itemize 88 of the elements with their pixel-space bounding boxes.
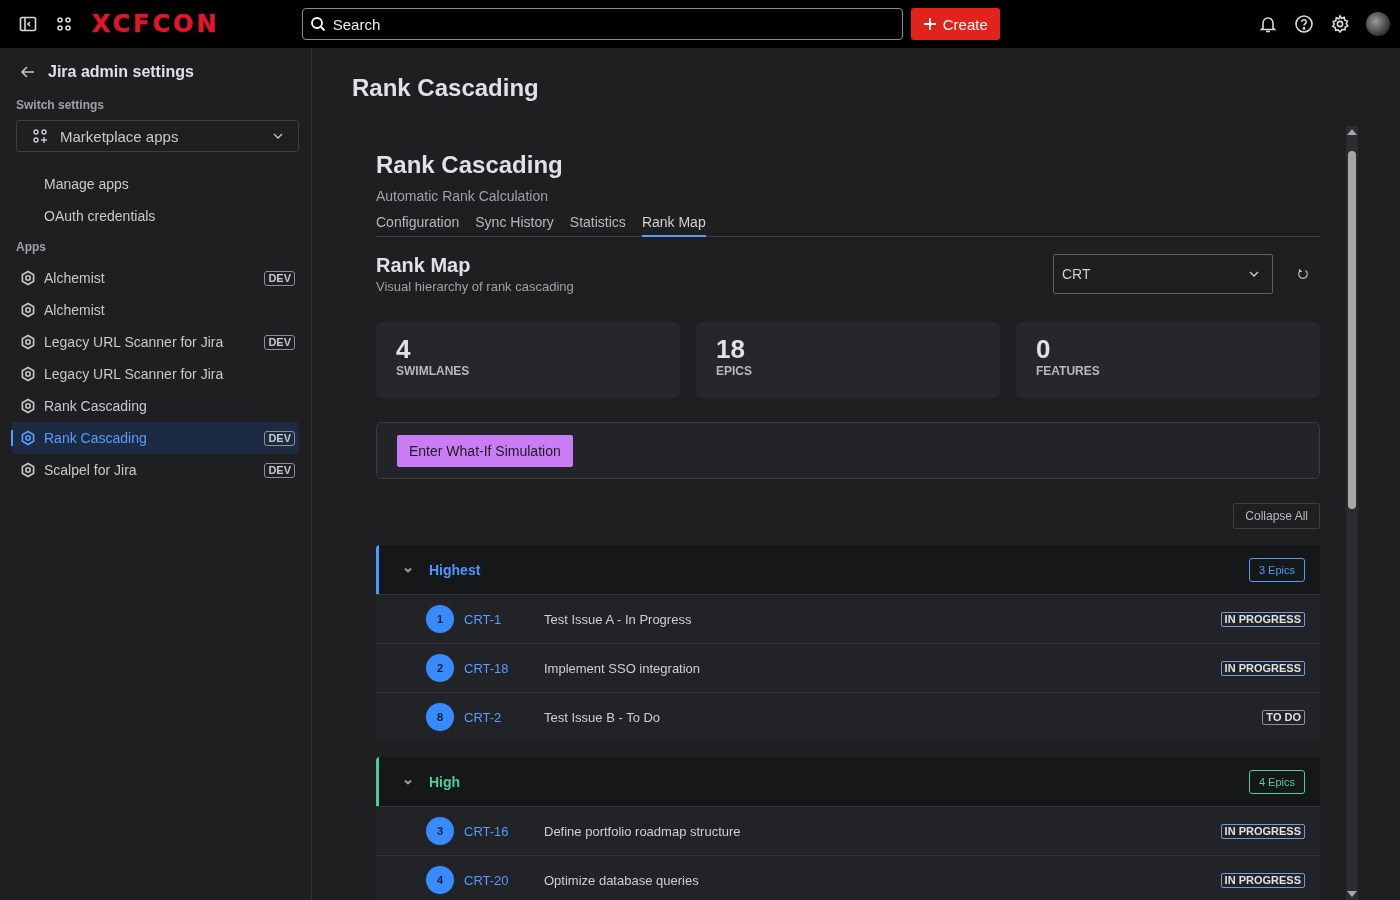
create-button[interactable]: Create: [910, 8, 1000, 40]
epic-count: 4 Epics: [1248, 769, 1305, 794]
collapse-all-button[interactable]: Collapse All: [1233, 503, 1320, 529]
stat-value: 0: [1036, 334, 1052, 364]
avatar[interactable]: [1366, 12, 1390, 36]
issue-key[interactable]: CRT-16: [464, 823, 544, 839]
notification-icon[interactable]: [1258, 14, 1278, 34]
issue-key[interactable]: CRT-1: [464, 611, 544, 627]
stat-label: FEATURES: [1036, 364, 1101, 378]
simulation-button[interactable]: Enter What-If Simulation: [397, 435, 573, 467]
swimlane-header[interactable]: Highest 3 Epics: [376, 545, 1320, 594]
search-field[interactable]: Search: [301, 8, 903, 40]
plus-icon: [922, 17, 937, 31]
rank-badge: 8: [426, 703, 454, 731]
section-subtitle: Visual hierarchy of rank cascading: [376, 279, 575, 294]
status-lozenge: TO DO: [1262, 709, 1305, 725]
issue-key[interactable]: CRT-20: [464, 872, 544, 888]
status-lozenge: IN PROGRESS: [1220, 823, 1305, 839]
app-icon: [20, 334, 36, 350]
logo[interactable]: XCFCON: [92, 12, 220, 36]
app-title: Rank Cascading: [376, 150, 564, 180]
sidebar-item[interactable]: Legacy URL Scanner for Jira DEV: [12, 326, 299, 358]
section-title: Rank Map: [376, 253, 472, 277]
settings-icon[interactable]: [1330, 14, 1350, 34]
app-icon: [20, 270, 36, 286]
app-icon: [20, 462, 36, 478]
sidebar-item[interactable]: Alchemist DEV: [12, 262, 299, 294]
section-label: Apps: [15, 240, 47, 254]
status-lozenge: IN PROGRESS: [1220, 611, 1305, 627]
issue-summary: Test Issue A - In Progress: [544, 611, 693, 627]
rank-badge: 4: [426, 866, 454, 894]
status-lozenge: IN PROGRESS: [1220, 660, 1305, 676]
section-label: Switch settings: [15, 98, 105, 112]
issue-summary: Define portfolio roadmap structure: [544, 823, 742, 839]
app-switcher-icon[interactable]: [54, 14, 74, 34]
app-subtitle: Automatic Rank Calculation: [376, 188, 549, 204]
tab[interactable]: Statistics: [569, 210, 626, 237]
dev-badge: DEV: [264, 430, 295, 446]
sidebar-item[interactable]: Alchemist: [12, 294, 299, 326]
scrollbar[interactable]: [1346, 126, 1358, 900]
tab[interactable]: Configuration: [376, 210, 460, 237]
back-arrow-icon[interactable]: [20, 64, 36, 80]
tab[interactable]: Sync History: [475, 210, 554, 237]
issue-row[interactable]: 1 CRT-1 Test Issue A - In Progress IN PROGRESS: [376, 594, 1320, 643]
page-title: Rank Cascading: [352, 73, 540, 103]
sidebar-item[interactable]: Scalpel for Jira DEV: [12, 454, 299, 486]
rank-badge: 1: [426, 605, 454, 633]
search-icon: [309, 16, 326, 32]
app-icon: [20, 302, 36, 318]
project-select[interactable]: CRT: [1053, 253, 1273, 294]
issue-row[interactable]: 8 CRT-2 Test Issue B - To Do TO DO: [376, 692, 1320, 741]
swimlane-header[interactable]: High 4 Epics: [376, 757, 1320, 806]
sidebar-item[interactable]: Legacy URL Scanner for Jira: [12, 358, 299, 390]
issue-summary: Implement SSO integration: [544, 660, 702, 676]
stat-value: 18: [716, 334, 746, 364]
help-icon[interactable]: [1294, 14, 1314, 34]
issue-summary: Test Issue B - To Do: [544, 709, 662, 725]
issue-row[interactable]: 3 CRT-16 Define portfolio roadmap structure IN PROGRESS: [376, 806, 1320, 855]
sidebar-link[interactable]: Manage apps: [12, 168, 299, 200]
sidebar-link[interactable]: OAuth credentials: [12, 200, 299, 232]
issue-key[interactable]: CRT-18: [464, 660, 544, 676]
refresh-icon[interactable]: [1297, 267, 1309, 280]
dev-badge: DEV: [264, 462, 295, 478]
dev-badge: DEV: [264, 270, 295, 286]
sidebar-item[interactable]: Rank Cascading DEV: [12, 422, 299, 454]
stat-label: SWIMLANES: [396, 364, 471, 378]
sidebar-item[interactable]: Rank Cascading: [12, 390, 299, 422]
tab[interactable]: Rank Map: [641, 210, 706, 237]
settings-switcher[interactable]: Marketplace apps: [16, 120, 299, 152]
swimlane-name: Highest: [429, 561, 482, 578]
stat-label: EPICS: [716, 364, 753, 378]
app-icon: [20, 398, 36, 414]
issue-key[interactable]: CRT-2: [464, 709, 544, 725]
apps-plus-icon: [32, 128, 48, 144]
settings-title: Jira admin settings: [48, 63, 194, 81]
stat-value: 4: [396, 334, 412, 364]
swimlane-name: High: [429, 773, 462, 790]
epic-count: 3 Epics: [1248, 557, 1305, 582]
status-lozenge: IN PROGRESS: [1220, 872, 1305, 888]
app-icon: [20, 430, 36, 446]
issue-summary: Optimize database queries: [544, 872, 700, 888]
app-icon: [20, 366, 36, 382]
issue-row[interactable]: 4 CRT-20 Optimize database queries IN PROGRESS: [376, 855, 1320, 900]
rank-badge: 2: [426, 654, 454, 682]
sidebar-toggle-icon[interactable]: [18, 14, 38, 34]
issue-row[interactable]: 2 CRT-18 Implement SSO integration IN PROGRESS: [376, 643, 1320, 692]
dev-badge: DEV: [264, 334, 295, 350]
rank-badge: 3: [426, 817, 454, 845]
